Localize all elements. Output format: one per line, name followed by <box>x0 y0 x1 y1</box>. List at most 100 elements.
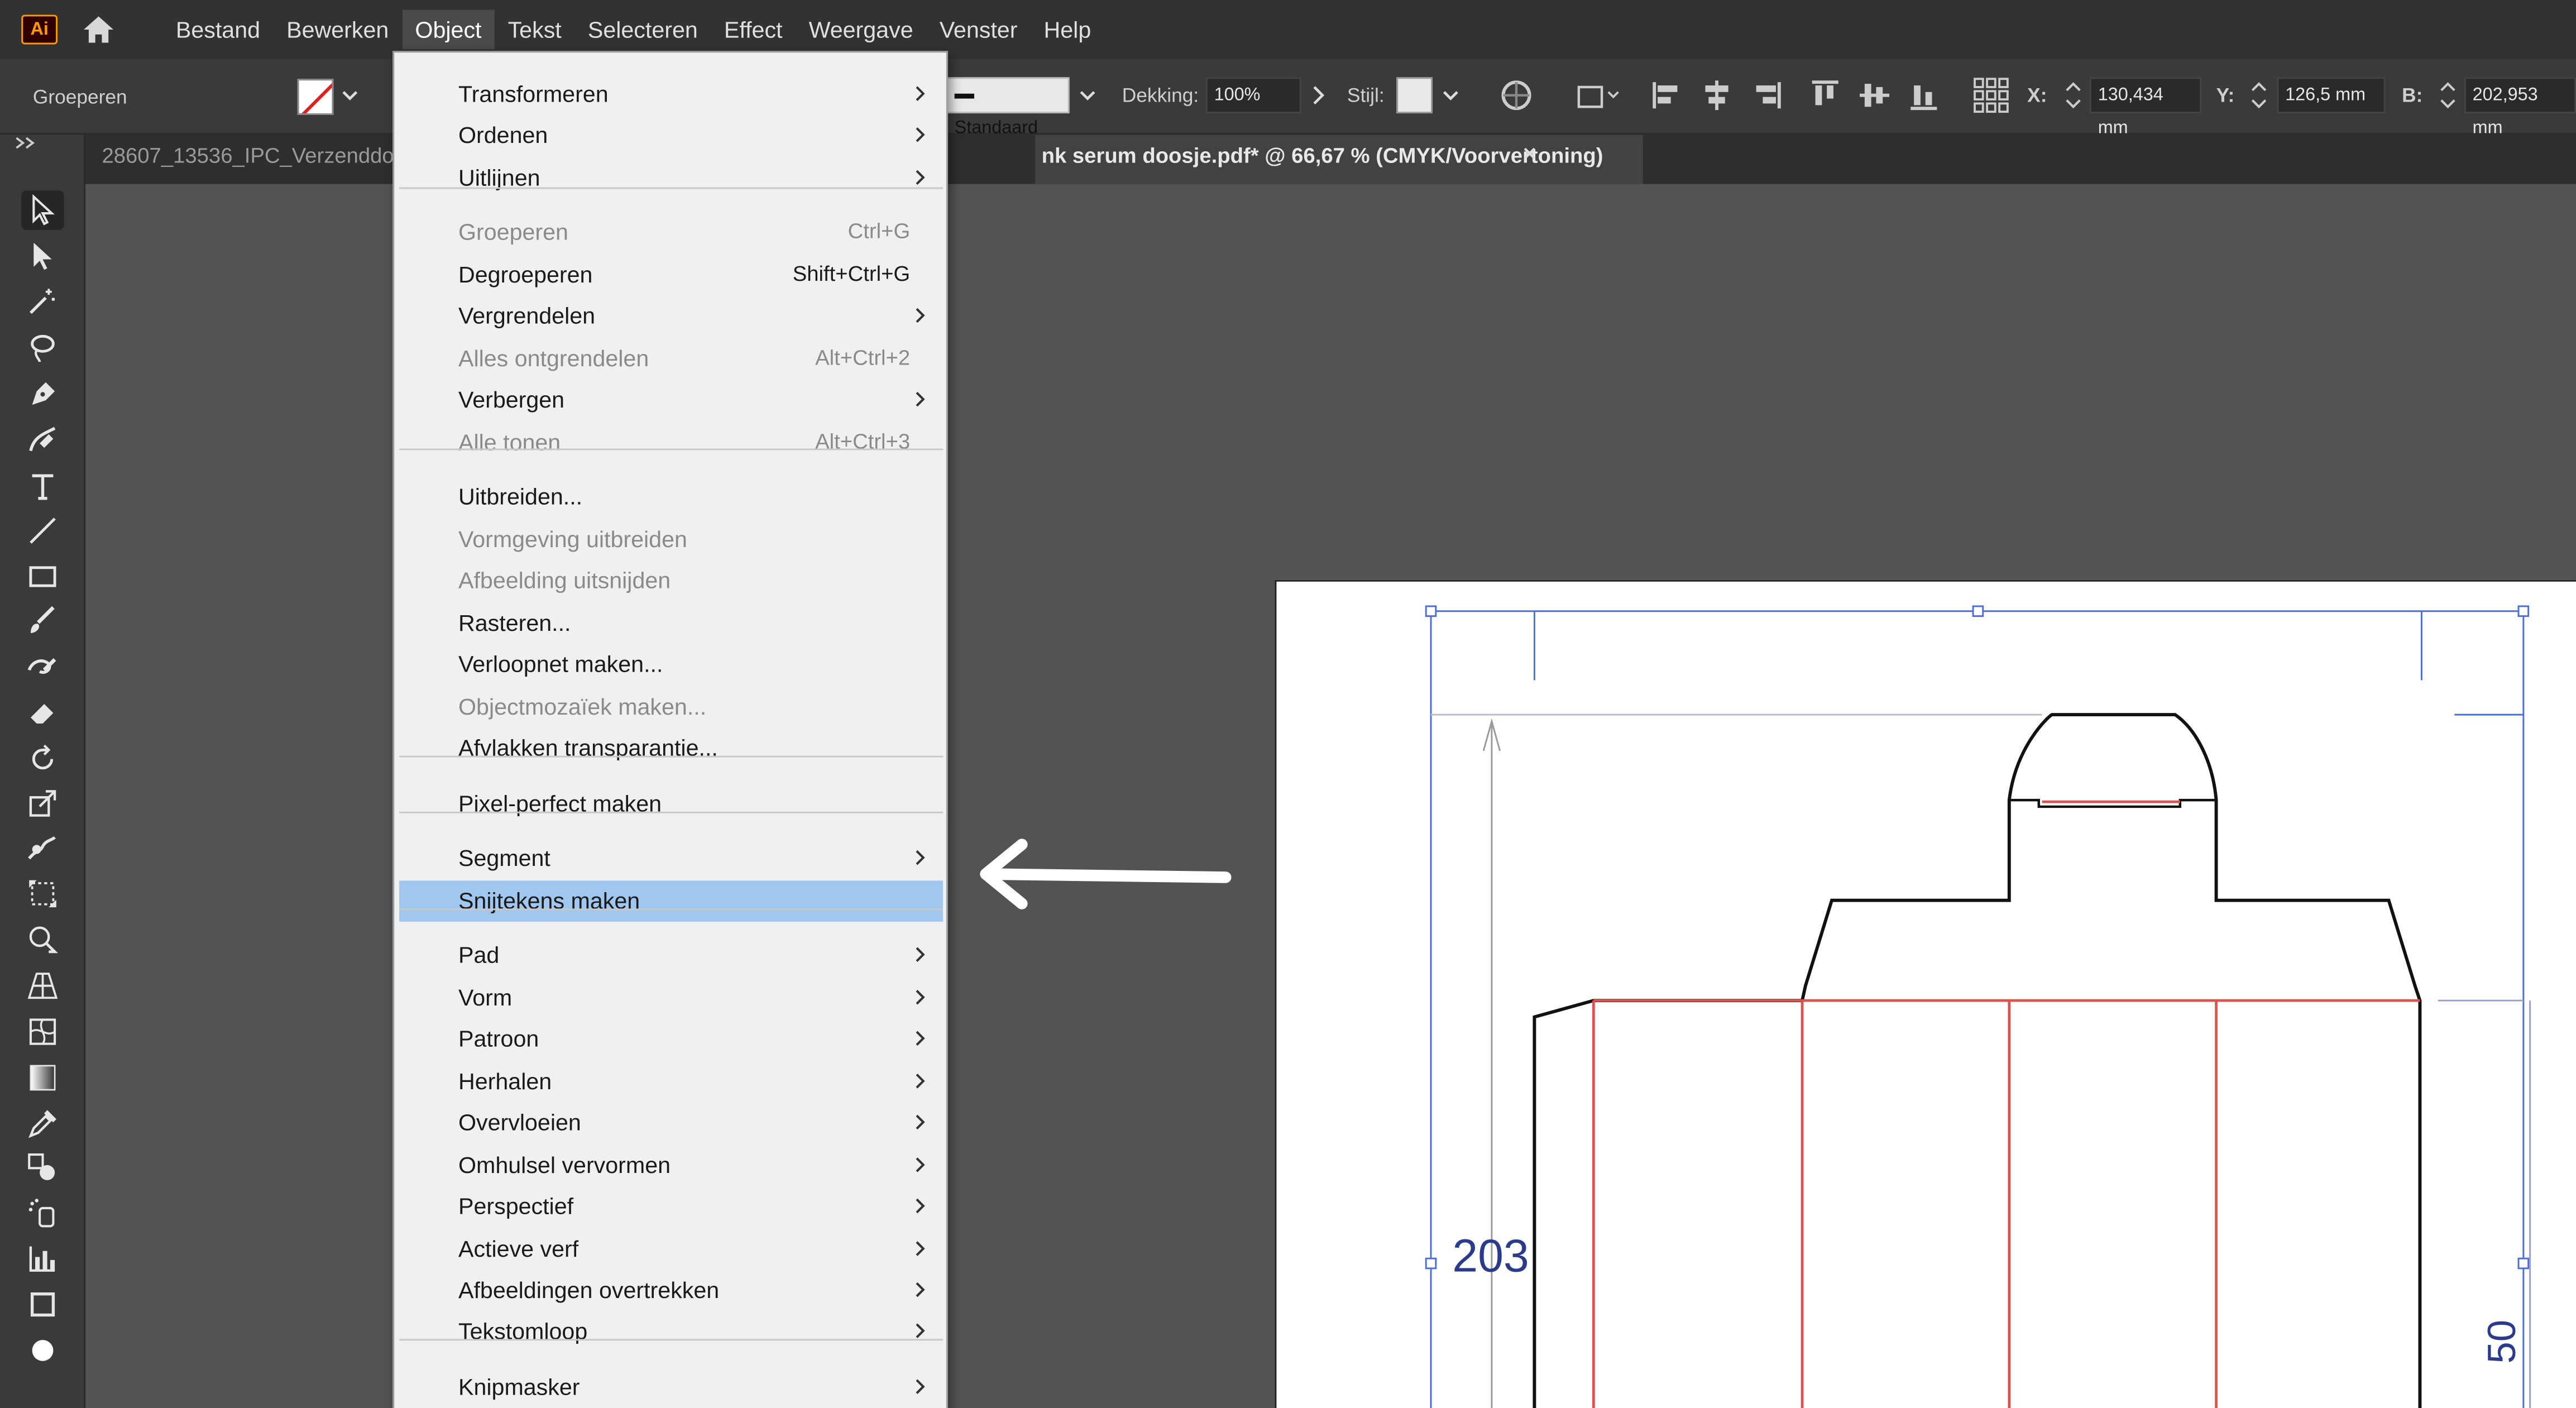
dimension-label-left: 203 <box>1452 1230 1529 1282</box>
menu-object[interactable]: Object <box>401 9 495 50</box>
menu-item-label: Afbeeldingen overtrekken <box>458 1276 720 1303</box>
free-transform-icon[interactable] <box>21 874 64 914</box>
stepper-icon[interactable] <box>2062 77 2085 113</box>
stroke-profile-select[interactable]: Standaard <box>946 77 1070 138</box>
magic-wand-icon[interactable] <box>21 282 64 322</box>
collapse-panel-icon[interactable] <box>13 135 40 151</box>
menu-item-afbeeldingen-overtrekken[interactable]: Afbeeldingen overtrekken <box>399 1270 943 1311</box>
chevron-down-icon[interactable] <box>1076 82 1099 108</box>
menu-item-overvloeien[interactable]: Overvloeien <box>399 1103 943 1144</box>
tab-document-1[interactable]: 28607_13536_IPC_Verzenddoc <box>85 135 405 184</box>
menu-effect[interactable]: Effect <box>711 10 796 50</box>
close-tab-icon[interactable]: × <box>1523 140 1536 166</box>
align-middle-icon[interactable] <box>1856 77 1893 113</box>
menu-item-snijtekens-maken[interactable]: Snijtekens maken <box>399 880 944 922</box>
menu-item-verbergen[interactable]: Verbergen <box>399 380 943 421</box>
rectangle-icon[interactable] <box>21 557 64 597</box>
menu-tekst[interactable]: Tekst <box>495 10 574 50</box>
type-icon[interactable] <box>21 467 64 506</box>
reference-point-icon[interactable] <box>1971 75 2011 115</box>
blend-icon[interactable] <box>21 1148 64 1188</box>
selection-tool-icon[interactable] <box>21 190 64 230</box>
recolor-icon[interactable] <box>1498 77 1535 113</box>
chevron-right-icon[interactable] <box>1304 79 1330 112</box>
menu-item-transformeren[interactable]: Transformeren <box>399 74 943 115</box>
menu-item-afvlakken-transparantie[interactable]: Afvlakken transparantie... <box>399 728 943 769</box>
chevron-down-icon[interactable] <box>338 82 361 108</box>
menu-item-uitlijnen[interactable]: Uitlijnen <box>399 158 943 199</box>
eraser-icon[interactable] <box>21 693 64 733</box>
menu-weergave[interactable]: Weergave <box>796 10 926 50</box>
menu-selecteren[interactable]: Selecteren <box>574 10 711 50</box>
menu-item-segment[interactable]: Segment <box>399 838 943 879</box>
align-right-icon[interactable] <box>1748 77 1784 113</box>
symbol-sprayer-icon[interactable] <box>21 1194 64 1234</box>
menu-item-ordenen[interactable]: Ordenen <box>399 115 943 156</box>
submenu-chevron-icon <box>916 1157 925 1172</box>
graph-icon[interactable] <box>21 1239 64 1278</box>
shape-builder-icon[interactable] <box>21 920 64 960</box>
menu-item-tekstomloop[interactable]: Tekstomloop <box>399 1311 943 1352</box>
menu-bestand[interactable]: Bestand <box>162 10 273 50</box>
shaper-icon[interactable] <box>21 647 64 687</box>
menu-item-rasteren[interactable]: Rasteren... <box>399 603 943 644</box>
menu-bewerken[interactable]: Bewerken <box>274 10 402 50</box>
style-swatch[interactable] <box>1396 77 1433 114</box>
warp-icon[interactable] <box>21 830 64 869</box>
mesh-icon[interactable] <box>21 1012 64 1052</box>
menu-help[interactable]: Help <box>1031 10 1104 50</box>
perspective-grid-icon[interactable] <box>21 966 64 1005</box>
menu-item-pixel-perfect-maken[interactable]: Pixel-perfect maken <box>399 784 943 825</box>
menu-item-afbeelding-uitsnijden: Afbeelding uitsnijden <box>399 560 943 601</box>
scale-icon[interactable] <box>21 784 64 823</box>
menu-item-verloopnet-maken[interactable]: Verloopnet maken... <box>399 644 943 686</box>
menu-item-uitbreiden[interactable]: Uitbreiden... <box>399 476 943 518</box>
menu-item-label: Patroon <box>458 1025 539 1052</box>
menu-item-label: Uitbreiden... <box>458 483 583 510</box>
align-top-icon[interactable] <box>1807 77 1844 113</box>
artboard[interactable]: 203 50 <box>1275 580 2576 1408</box>
fill-stroke-icon[interactable] <box>21 1331 64 1371</box>
menu-item-herhalen[interactable]: Herhalen <box>399 1061 943 1103</box>
align-bottom-icon[interactable] <box>1905 77 1942 113</box>
tab-document-2[interactable]: nk serum doosje.pdf* @ 66,67 % (CMYK/Voo… <box>1035 135 1643 184</box>
y-input[interactable]: 126,5 mm <box>2277 77 2386 114</box>
align-center-icon[interactable] <box>1699 77 1735 113</box>
submenu-chevron-icon <box>916 1241 925 1256</box>
lasso-icon[interactable] <box>21 329 64 368</box>
menu-item-patroon[interactable]: Patroon <box>399 1019 943 1060</box>
line-icon[interactable] <box>21 511 64 550</box>
submenu-chevron-icon <box>916 947 925 962</box>
x-input[interactable]: 130,434 mm <box>2089 77 2202 138</box>
pen-icon[interactable] <box>21 375 64 414</box>
menu-item-pad[interactable]: Pad <box>399 935 943 976</box>
menu-item-label: Vorm <box>458 984 513 1010</box>
menu-separator <box>399 755 944 758</box>
menu-item-actieve-verf[interactable]: Actieve verf <box>399 1229 943 1270</box>
menu-item-knipmasker[interactable]: Knipmasker <box>399 1367 943 1408</box>
submenu-chevron-icon <box>916 1282 925 1297</box>
artboard-icon[interactable] <box>21 1285 64 1324</box>
eyedropper-icon[interactable] <box>21 1104 64 1144</box>
width-input[interactable]: 202,953 mm <box>2464 77 2576 138</box>
curvature-icon[interactable] <box>21 420 64 460</box>
stepper-icon[interactable] <box>2247 77 2270 113</box>
menu-item-vorm[interactable]: Vorm <box>399 978 943 1019</box>
transform-options-icon[interactable] <box>1574 77 1623 113</box>
paintbrush-icon[interactable] <box>21 601 64 641</box>
menu-venster[interactable]: Venster <box>926 10 1031 50</box>
fill-swatch[interactable] <box>297 79 334 115</box>
menu-item-omhulsel-vervormen[interactable]: Omhulsel vervormen <box>399 1145 943 1186</box>
opacity-input[interactable]: 100% <box>1205 77 1301 114</box>
align-left-icon[interactable] <box>1649 77 1686 113</box>
gradient-icon[interactable] <box>21 1058 64 1098</box>
home-icon[interactable] <box>79 10 118 50</box>
menu-item-degroeperen[interactable]: Degroeperen Shift+Ctrl+G <box>399 255 943 296</box>
menu-item-vergrendelen[interactable]: Vergrendelen <box>399 296 943 337</box>
direct-selection-tool-icon[interactable] <box>21 237 64 276</box>
rotate-icon[interactable] <box>21 739 64 779</box>
menu-item-perspectief[interactable]: Perspectief <box>399 1186 943 1228</box>
stepper-icon[interactable] <box>2436 77 2459 113</box>
app-logo: Ai <box>21 15 58 45</box>
chevron-down-icon[interactable] <box>1439 82 1462 108</box>
